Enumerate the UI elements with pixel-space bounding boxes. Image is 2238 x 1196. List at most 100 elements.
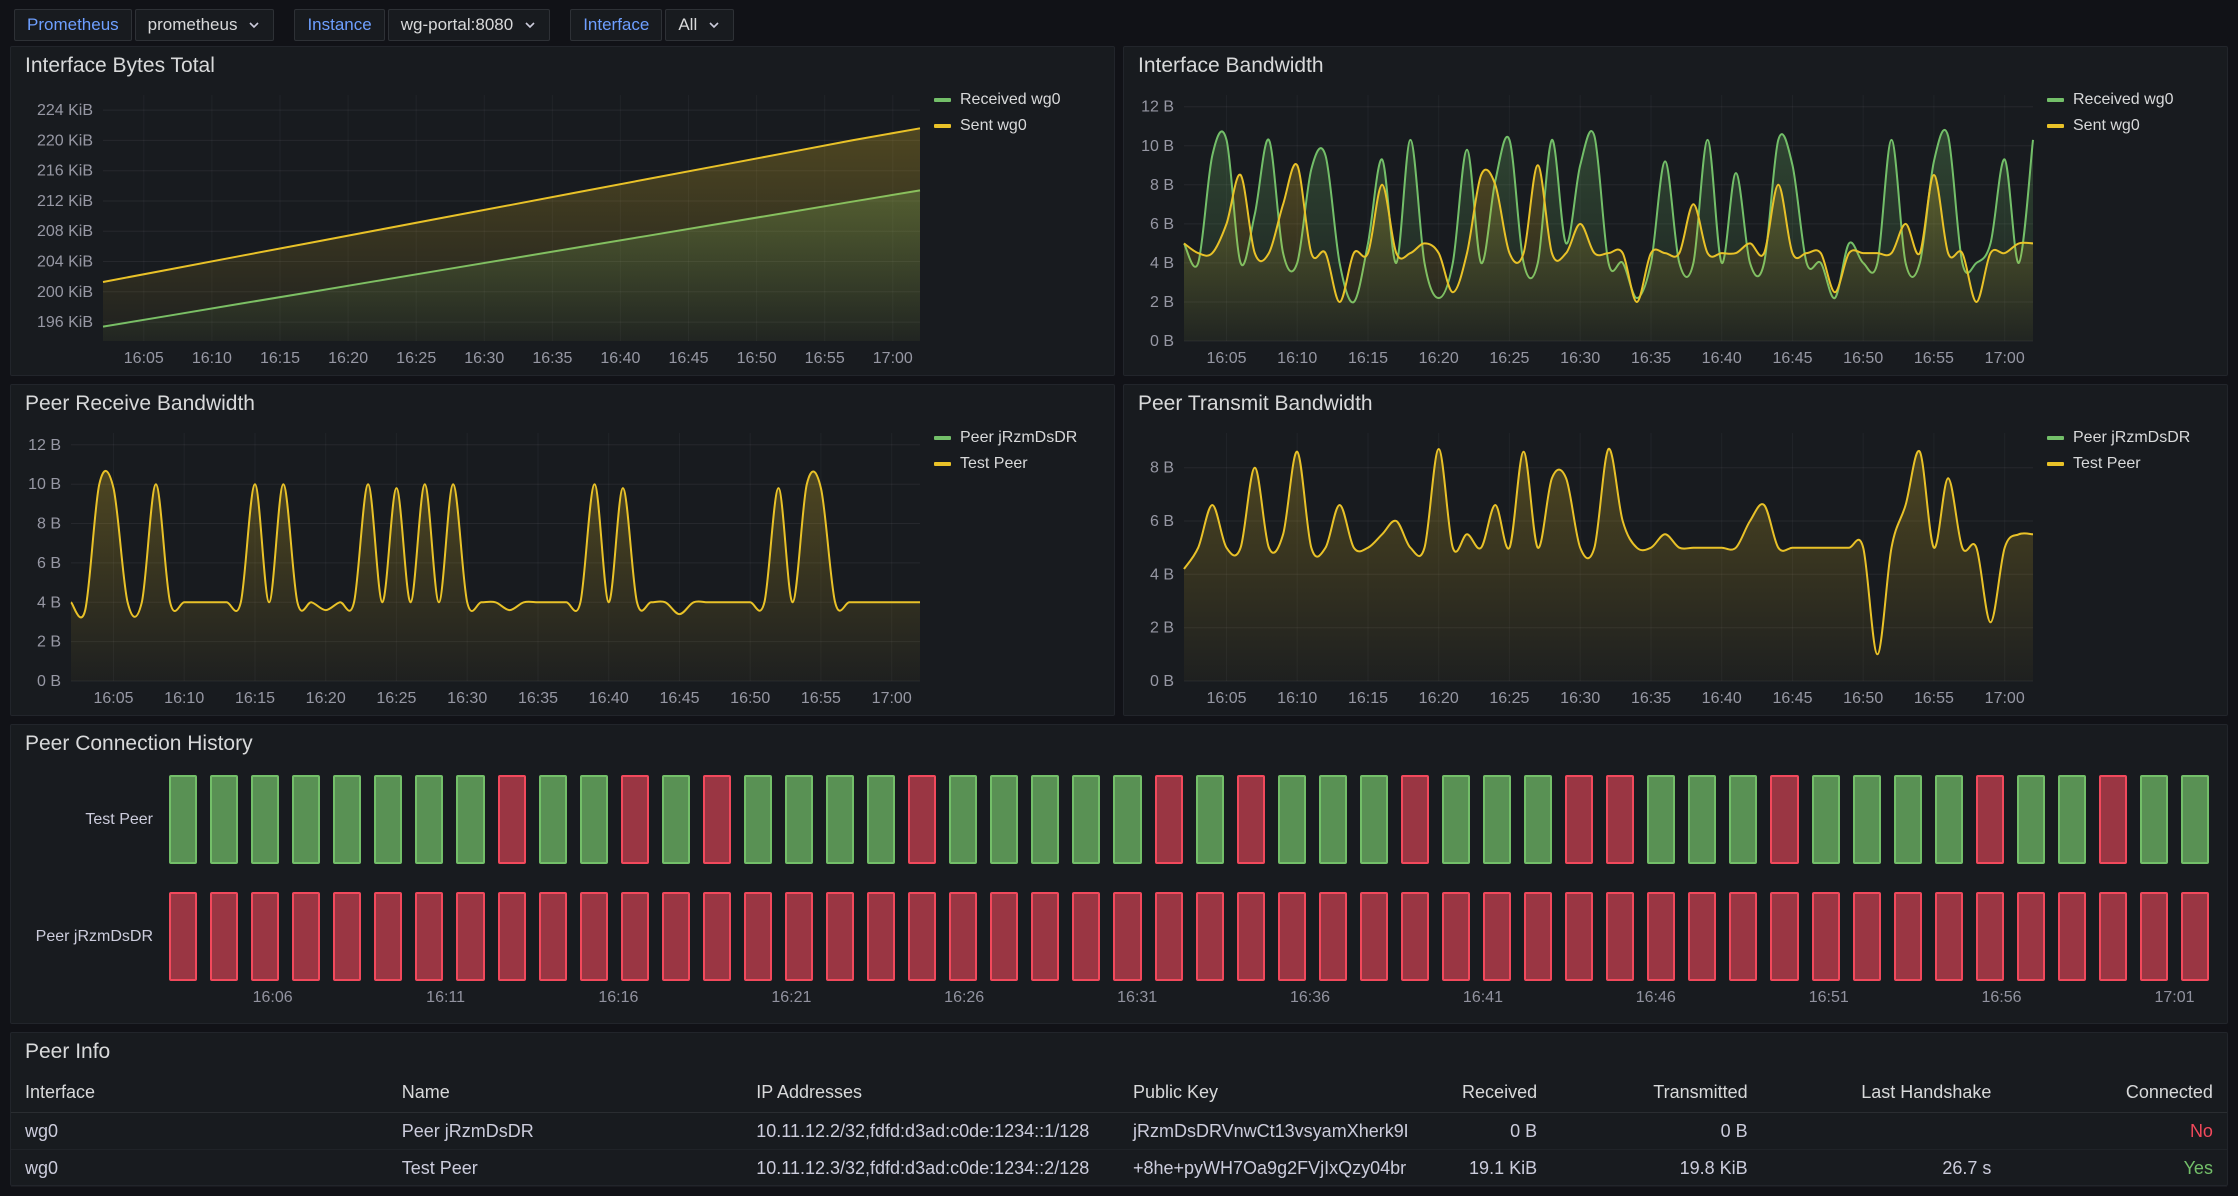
legend-item[interactable]: Peer jRzmDsDR	[2047, 429, 2219, 447]
peer-receive-bandwidth-legend: Peer jRzmDsDR Test Peer	[926, 423, 1106, 709]
svg-text:10 B: 10 B	[1141, 138, 1174, 155]
variable-dropdown-prometheus[interactable]: prometheus	[135, 9, 275, 41]
series-label: Received wg0	[960, 91, 1061, 109]
cell-ip-addresses: 10.11.12.3/32,fdfd:d3ad:c0de:1234::2/128	[742, 1158, 1119, 1179]
x-axis-label: 16:46	[1636, 989, 1676, 1007]
status-bar-disconnected	[1770, 775, 1798, 864]
svg-text:16:40: 16:40	[589, 690, 629, 707]
status-bar-disconnected	[621, 892, 649, 981]
svg-text:16:40: 16:40	[1702, 350, 1742, 367]
x-axis-label: 16:41	[1463, 989, 1503, 1007]
variable-dropdown-instance[interactable]: wg-portal:8080	[388, 9, 550, 41]
svg-text:16:25: 16:25	[1489, 350, 1529, 367]
column-header-interface[interactable]: Interface	[11, 1082, 388, 1103]
status-bar-disconnected	[1278, 892, 1306, 981]
legend-item[interactable]: Sent wg0	[2047, 117, 2219, 135]
svg-text:16:30: 16:30	[447, 690, 487, 707]
x-axis-label: 16:06	[253, 989, 293, 1007]
svg-text:17:00: 17:00	[873, 350, 913, 367]
legend-item[interactable]: Received wg0	[934, 91, 1106, 109]
panel-title-interface-bandwidth[interactable]: Interface Bandwidth	[1124, 47, 2227, 85]
status-bar-connected	[1319, 775, 1347, 864]
legend-item[interactable]: Peer jRzmDsDR	[934, 429, 1106, 447]
svg-text:16:25: 16:25	[396, 350, 436, 367]
status-bar-disconnected	[1319, 892, 1347, 981]
legend-item[interactable]: Received wg0	[2047, 91, 2219, 109]
panel-title-peer-transmit-bandwidth[interactable]: Peer Transmit Bandwidth	[1124, 385, 2227, 423]
peer-transmit-bandwidth-chart[interactable]: 0 B2 B4 B6 B8 B16:0516:1016:1516:2016:25…	[1132, 423, 2039, 709]
svg-text:200 KiB: 200 KiB	[37, 284, 93, 301]
panel-title-peer-info[interactable]: Peer Info	[11, 1033, 2227, 1071]
status-bar-disconnected	[867, 892, 895, 981]
series-label: Test Peer	[2073, 455, 2141, 473]
svg-text:16:20: 16:20	[1419, 350, 1459, 367]
legend-item[interactable]: Sent wg0	[934, 117, 1106, 135]
series-label: Peer jRzmDsDR	[960, 429, 1077, 447]
status-bar-disconnected	[1442, 892, 1470, 981]
series-label: Sent wg0	[2073, 117, 2140, 135]
svg-text:0 B: 0 B	[1150, 673, 1174, 690]
status-bar-disconnected	[908, 775, 936, 864]
column-header-transmitted[interactable]: Transmitted	[1551, 1082, 1762, 1103]
svg-text:16:35: 16:35	[1631, 690, 1671, 707]
status-bar-disconnected	[2140, 892, 2168, 981]
status-bar-connected	[374, 775, 402, 864]
svg-text:10 B: 10 B	[28, 476, 61, 493]
svg-text:220 KiB: 220 KiB	[37, 132, 93, 149]
variable-label-instance[interactable]: Instance	[294, 9, 384, 41]
panel-title-interface-bytes-total[interactable]: Interface Bytes Total	[11, 47, 1114, 85]
chart-canvas: 196 KiB200 KiB204 KiB208 KiB212 KiB216 K…	[19, 85, 926, 369]
panel-interface-bytes-total: Interface Bytes Total 196 KiB200 KiB204 …	[10, 46, 1115, 376]
status-bar-disconnected	[415, 892, 443, 981]
status-bar-connected	[1360, 775, 1388, 864]
column-header-last-handshake[interactable]: Last Handshake	[1762, 1082, 2006, 1103]
svg-text:8 B: 8 B	[1150, 460, 1174, 477]
panel-body: 196 KiB200 KiB204 KiB208 KiB212 KiB216 K…	[19, 85, 1106, 369]
status-bar-connected	[1853, 775, 1881, 864]
column-header-public-key[interactable]: Public Key	[1119, 1082, 1407, 1103]
svg-text:16:30: 16:30	[464, 350, 504, 367]
peer-receive-bandwidth-chart[interactable]: 0 B2 B4 B6 B8 B10 B12 B16:0516:1016:1516…	[19, 423, 926, 709]
status-bar-disconnected	[621, 775, 649, 864]
legend-item[interactable]: Test Peer	[934, 455, 1106, 473]
cell-transmitted: 19.8 KiB	[1551, 1158, 1762, 1179]
panel-peer-info: Peer Info InterfaceNameIP AddressesPubli…	[10, 1032, 2228, 1186]
status-bar-disconnected	[703, 775, 731, 864]
variable-dropdown-interface[interactable]: All	[665, 9, 734, 41]
status-bar-disconnected	[1401, 892, 1429, 981]
svg-text:4 B: 4 B	[1150, 566, 1174, 583]
svg-text:16:25: 16:25	[376, 690, 416, 707]
cell-transmitted: 0 B	[1551, 1121, 1762, 1142]
status-bar-disconnected	[374, 892, 402, 981]
series-label: Peer jRzmDsDR	[2073, 429, 2190, 447]
connected-status: No	[2005, 1121, 2227, 1142]
svg-text:16:15: 16:15	[235, 690, 275, 707]
column-header-name[interactable]: Name	[388, 1082, 743, 1103]
status-bar-disconnected	[1606, 892, 1634, 981]
status-row	[169, 775, 2209, 864]
legend-item[interactable]: Test Peer	[2047, 455, 2219, 473]
status-bar-disconnected	[1976, 892, 2004, 981]
cell-interface: wg0	[11, 1158, 388, 1179]
panel-title-peer-receive-bandwidth[interactable]: Peer Receive Bandwidth	[11, 385, 1114, 423]
status-bar-disconnected	[949, 892, 977, 981]
status-bar-connected	[1278, 775, 1306, 864]
svg-text:16:50: 16:50	[1843, 690, 1883, 707]
status-bar-connected	[251, 775, 279, 864]
status-bar-disconnected	[210, 892, 238, 981]
column-header-received[interactable]: Received	[1407, 1082, 1551, 1103]
status-bar-disconnected	[1853, 892, 1881, 981]
svg-text:16:35: 16:35	[1631, 350, 1671, 367]
x-axis-label: 17:01	[2154, 989, 2194, 1007]
column-header-ip-addresses[interactable]: IP Addresses	[742, 1082, 1119, 1103]
panel-title-peer-connection-history[interactable]: Peer Connection History	[11, 725, 2227, 763]
status-bar-connected	[1113, 775, 1141, 864]
interface-bandwidth-chart[interactable]: 0 B2 B4 B6 B8 B10 B12 B16:0516:1016:1516…	[1132, 85, 2039, 369]
column-header-connected[interactable]: Connected	[2005, 1082, 2227, 1103]
svg-text:16:10: 16:10	[1277, 690, 1317, 707]
chart-canvas: 0 B2 B4 B6 B8 B16:0516:1016:1516:2016:25…	[1132, 423, 2039, 709]
status-bar-connected	[826, 775, 854, 864]
interface-bytes-total-chart[interactable]: 196 KiB200 KiB204 KiB208 KiB212 KiB216 K…	[19, 85, 926, 369]
variable-label-prometheus[interactable]: Prometheus	[14, 9, 132, 41]
variable-label-interface[interactable]: Interface	[570, 9, 662, 41]
